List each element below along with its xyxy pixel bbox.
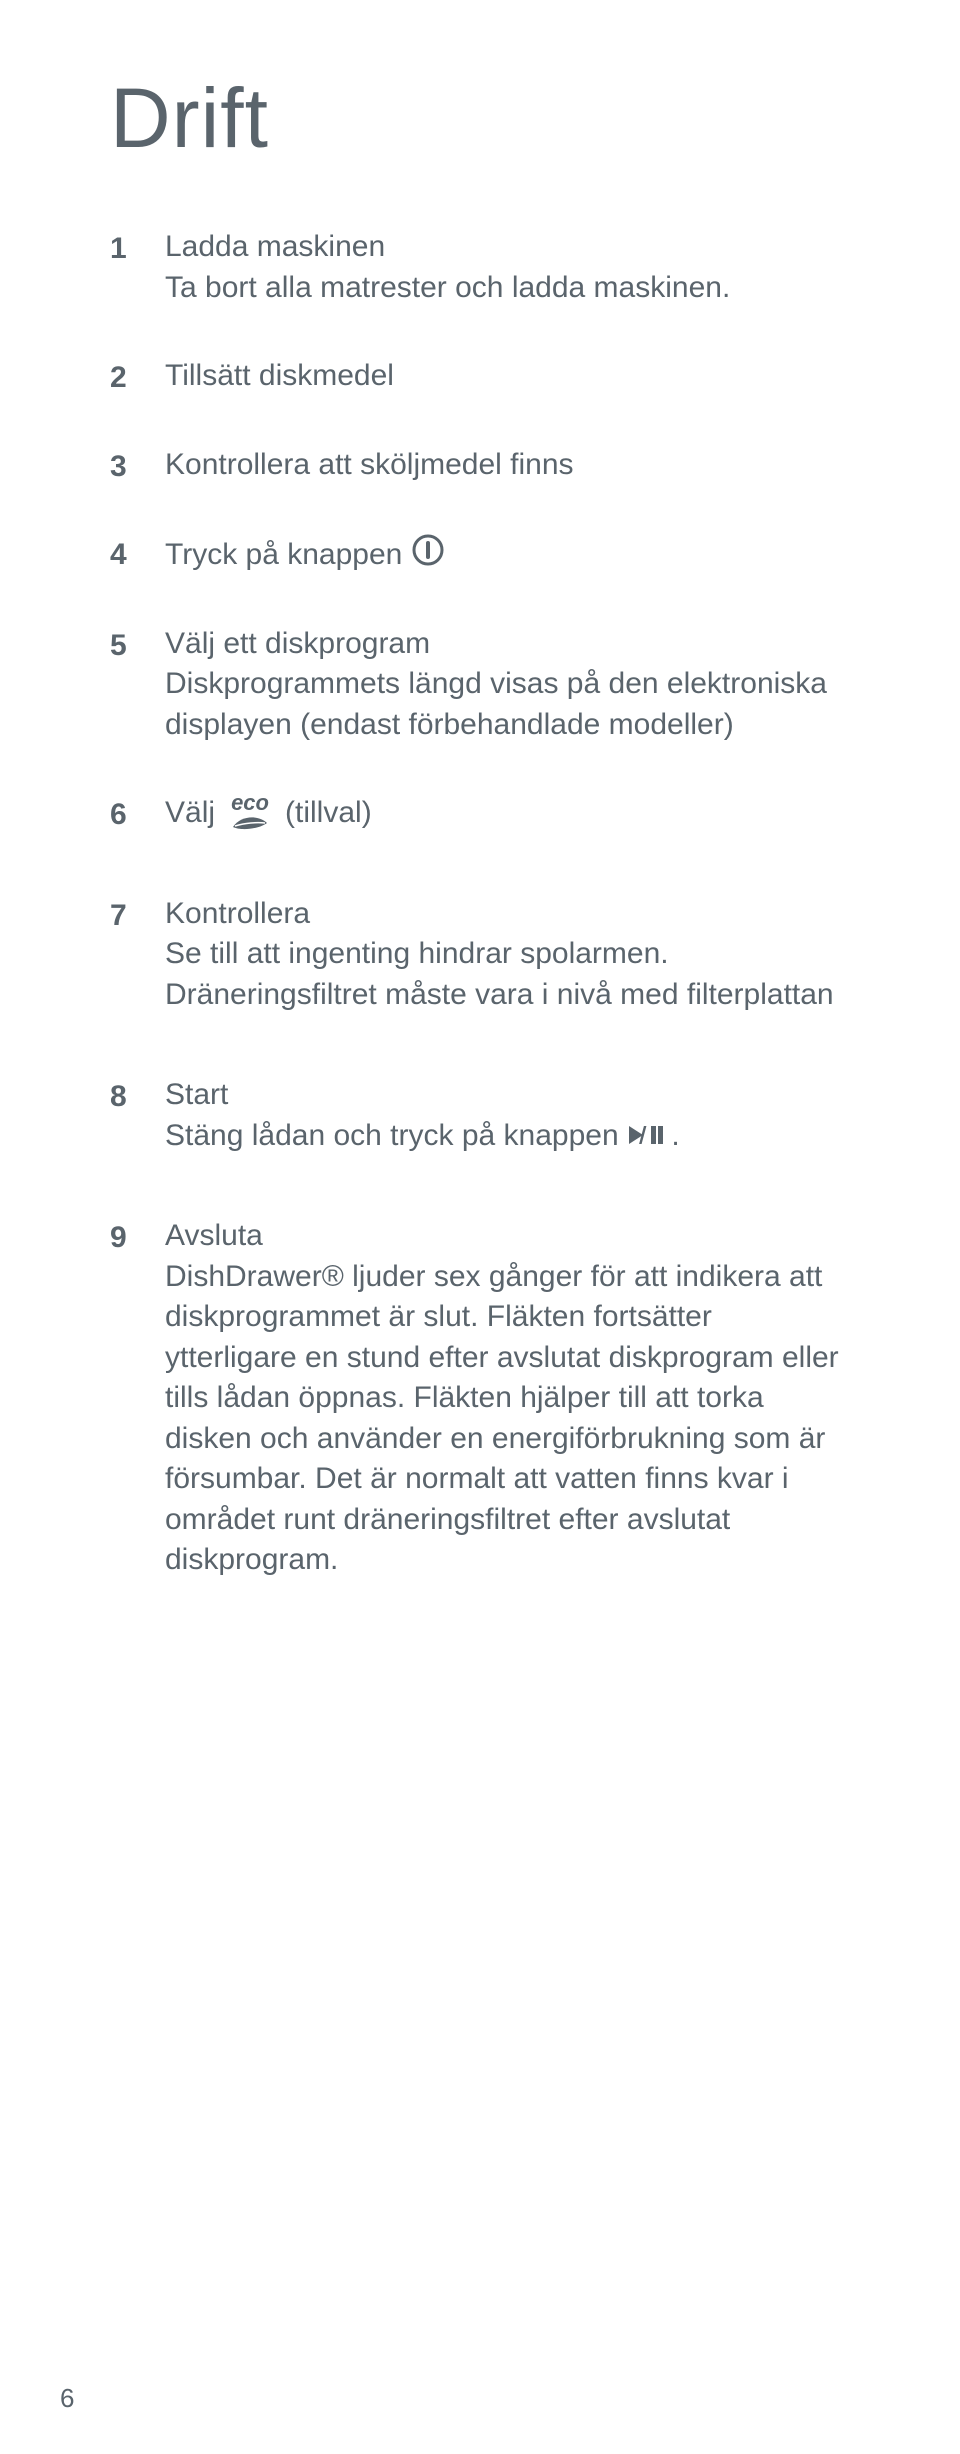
step-7: 7 Kontrollera Se till att ingenting hind… [110,894,850,1016]
step-heading: Kontrollera [165,897,310,930]
step-heading: Kontrollera att sköljmedel finns [165,448,574,481]
page-title: Drift [110,70,850,167]
step-body-prefix: Stäng lådan och tryck på knappen [165,1119,619,1152]
step-heading: Ladda maskinen [165,230,385,263]
power-icon [411,538,445,571]
page-number: 6 [60,2383,74,2414]
step-heading: Avsluta [165,1219,263,1252]
step-number: 5 [110,626,127,667]
eco-label: eco [231,794,269,813]
step-heading: Start [165,1078,228,1111]
step-body: DishDrawer® ljuder sex gånger för att in… [165,1260,839,1577]
eco-icon: eco [229,794,271,833]
step-6: 6 Välj eco (tillval) [110,793,850,834]
step-body-suffix: . [671,1119,679,1152]
step-number: 3 [110,447,127,488]
page: Drift 1 Ladda maskinen Ta bort alla matr… [0,0,960,2454]
step-heading: Välj ett diskprogram [165,627,430,660]
step-body: Diskprogrammets längd visas på den elekt… [165,667,827,741]
step-number: 9 [110,1218,127,1259]
step-5: 5 Välj ett diskprogram Diskprogrammets l… [110,624,850,746]
step-9: 9 Avsluta DishDrawer® ljuder sex gånger … [110,1216,850,1581]
step-number: 2 [110,358,127,399]
step-number: 7 [110,896,127,937]
step-heading: Tryck på knappen [165,538,402,571]
step-tillval: (tillval) [285,793,372,834]
step-1: 1 Ladda maskinen Ta bort alla matrester … [110,227,850,308]
step-4: 4 Tryck på knappen [110,533,850,576]
play-pause-icon [627,1119,671,1152]
step-heading: Välj [165,793,215,834]
step-2: 2 Tillsätt diskmedel [110,356,850,397]
step-number: 4 [110,535,127,576]
step-8: 8 Start Stäng lådan och tryck på knappen… [110,1075,850,1156]
step-number: 8 [110,1077,127,1118]
step-body: Ta bort alla matrester och ladda maskine… [165,271,730,304]
step-heading: Tillsätt diskmedel [165,359,394,392]
step-number: 1 [110,229,127,270]
step-3: 3 Kontrollera att sköljmedel finns [110,445,850,486]
step-body: Se till att ingenting hindrar spolarmen.… [165,937,834,1011]
step-number: 6 [110,795,127,836]
